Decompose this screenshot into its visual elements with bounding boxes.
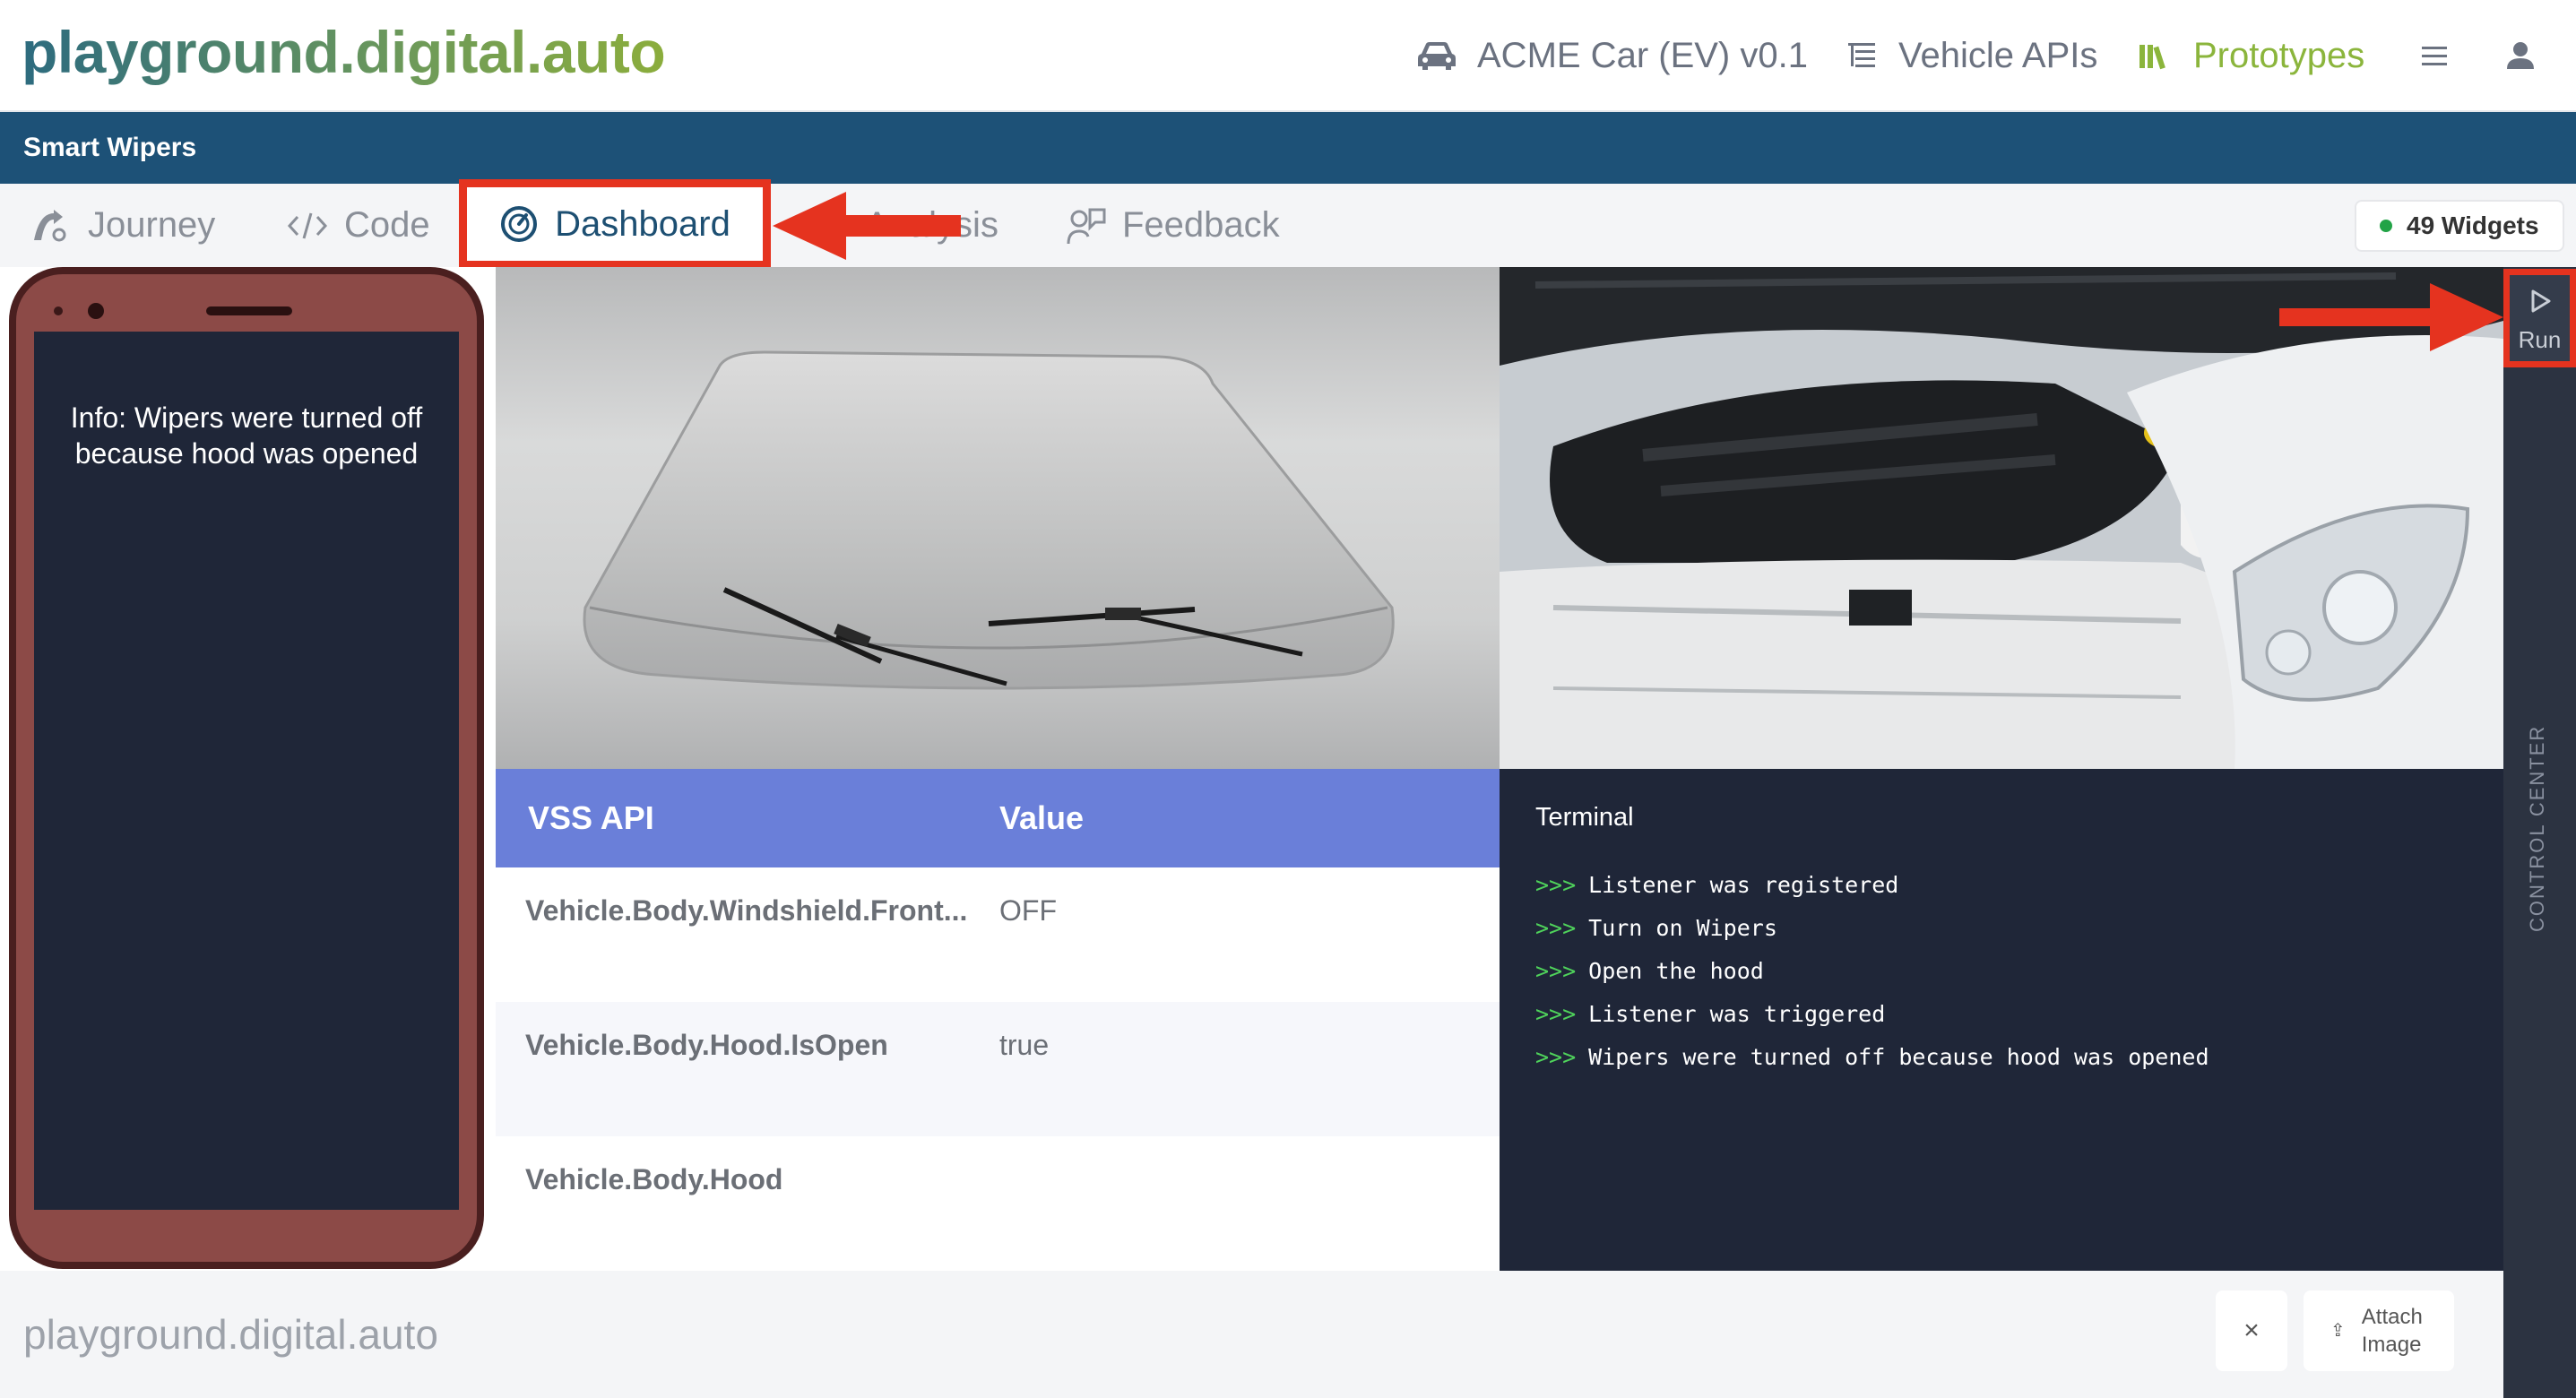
phone-speaker <box>206 306 292 315</box>
phone-info-message: Info: Wipers were turned off because hoo… <box>70 401 423 470</box>
feedback-icon <box>1067 208 1106 244</box>
vss-api-name: Vehicle.Body.Windshield.Front... <box>525 894 968 927</box>
phone-camera <box>88 303 104 319</box>
site-logo[interactable]: playground.digital.auto <box>22 16 666 88</box>
prototype-tabs: Journey Code Analysis Feedback 49 Widget… <box>0 184 2576 267</box>
terminal-line: >>> Wipers were turned off because hood w… <box>1535 1036 2209 1079</box>
tab-feedback-label: Feedback <box>1122 205 1280 245</box>
run-button[interactable]: Run <box>2503 269 2576 367</box>
tab-dashboard-label: Dashboard <box>555 203 730 244</box>
vss-api-value: OFF <box>999 894 1057 927</box>
widgets-count-label: 49 Widgets <box>2407 211 2539 239</box>
annotation-arrow-right <box>2279 283 2503 351</box>
tab-dashboard[interactable]: Dashboard <box>459 179 771 269</box>
terminal-line: >>> Listener was triggered <box>1535 993 2209 1036</box>
terminal-line: >>> Turn on Wipers <box>1535 907 2209 950</box>
windshield-illustration <box>583 350 1395 690</box>
attach-label-line2: Image <box>2361 1333 2422 1357</box>
table-row: Vehicle.Body.Windshield.Front... OFF <box>496 867 1500 1002</box>
top-navbar: playground.digital.auto ACME Car (EV) v0… <box>0 0 2576 112</box>
terminal-line-text: Listener was registered <box>1588 872 1899 898</box>
tab-journey-label: Journey <box>88 205 216 245</box>
list-tree-icon <box>1848 43 1875 67</box>
terminal-line: >>> Open the hood <box>1535 950 2209 993</box>
attach-image-label: Attach Image <box>2362 1303 2423 1359</box>
terminal-line-text: Listener was triggered <box>1588 1001 1886 1027</box>
terminal-prompt: >>> <box>1535 1044 1577 1070</box>
vss-table-header: VSS API Value <box>496 769 1500 867</box>
nav-vehicle-apis[interactable]: Vehicle APIs <box>1846 27 2097 84</box>
terminal-prompt: >>> <box>1535 958 1577 984</box>
user-account-button[interactable] <box>2505 27 2555 84</box>
widgets-count-badge[interactable]: 49 Widgets <box>2355 200 2564 252</box>
tab-code-label: Code <box>344 205 430 245</box>
upload-icon: ⇪ <box>2330 1320 2346 1341</box>
prototype-title: Smart Wipers <box>23 133 197 162</box>
hamburger-menu-button[interactable] <box>2420 27 2470 84</box>
terminal-title: Terminal <box>1535 803 1634 832</box>
prototypes-label: Prototypes <box>2193 35 2365 75</box>
run-label: Run <box>2518 326 2562 353</box>
terminal-prompt: >>> <box>1535 915 1577 941</box>
terminal-line-text: Wipers were turned off because hood was … <box>1588 1044 2209 1070</box>
vss-header-api: VSS API <box>528 799 654 836</box>
phone-widget: Info: Wipers were turned off because hoo… <box>0 267 496 1271</box>
annotation-arrow-left <box>773 192 961 260</box>
vss-api-table: VSS API Value Vehicle.Body.Windshield.Fr… <box>496 769 1500 1271</box>
phone-screen: Info: Wipers were turned off because hoo… <box>34 332 459 1210</box>
code-icon <box>287 212 328 238</box>
table-row: Vehicle.Body.Hood.IsOpen true <box>496 1002 1500 1136</box>
vss-api-name: Vehicle.Body.Hood <box>525 1163 783 1195</box>
terminal-prompt: >>> <box>1535 872 1577 898</box>
attach-label-line1: Attach <box>2361 1305 2423 1329</box>
menu-icon <box>2422 47 2447 65</box>
tab-journey[interactable]: Journey <box>30 184 215 267</box>
close-icon: × <box>2243 1316 2260 1345</box>
vehicle-apis-label: Vehicle APIs <box>1898 35 2098 75</box>
windshield-wiper-image <box>496 267 1500 769</box>
terminal-line-text: Turn on Wipers <box>1588 915 1777 941</box>
terminal-line-text: Open the hood <box>1588 958 1764 984</box>
vss-api-name: Vehicle.Body.Hood.IsOpen <box>525 1029 888 1061</box>
tab-code[interactable]: Code <box>287 184 430 267</box>
car-icon <box>1418 42 1456 70</box>
journey-icon <box>34 209 66 241</box>
phone-frame: Info: Wipers were turned off because hoo… <box>9 267 484 1269</box>
tab-feedback[interactable]: Feedback <box>1067 184 1280 267</box>
vss-header-value: Value <box>999 799 1085 836</box>
nav-car-model[interactable]: ACME Car (EV) v0.1 <box>1416 27 1808 84</box>
footer-brand: playground.digital.auto <box>23 1311 438 1358</box>
status-dot <box>2380 220 2392 232</box>
play-icon <box>2531 289 2550 313</box>
car-model-label: ACME Car (EV) v0.1 <box>1477 35 1808 75</box>
gauge-icon <box>501 206 538 242</box>
table-row: Vehicle.Body.Hood <box>496 1136 1500 1271</box>
attach-image-button[interactable]: ⇪ Attach Image <box>2304 1290 2454 1371</box>
control-center-label: CONTROL CENTER <box>2526 724 2548 932</box>
terminal-output: >>> Listener was registered >>> Turn on Wi… <box>1535 864 2209 1079</box>
terminal-prompt: >>> <box>1535 1001 1577 1027</box>
user-icon <box>2507 42 2534 69</box>
terminal-line: >>> Listener was registered <box>1535 864 2209 907</box>
footer: playground.digital.auto × ⇪ Attach Image <box>0 1271 2503 1398</box>
phone-sensor <box>54 306 63 315</box>
prototype-title-bar: Smart Wipers <box>0 112 2576 184</box>
close-button[interactable]: × <box>2216 1290 2287 1371</box>
library-icon <box>2139 45 2165 70</box>
terminal-widget: Terminal >>> Listener was registered >>> T… <box>1500 769 2503 1271</box>
nav-prototypes[interactable]: Prototypes <box>2138 27 2364 84</box>
vss-api-value: true <box>999 1029 1050 1061</box>
